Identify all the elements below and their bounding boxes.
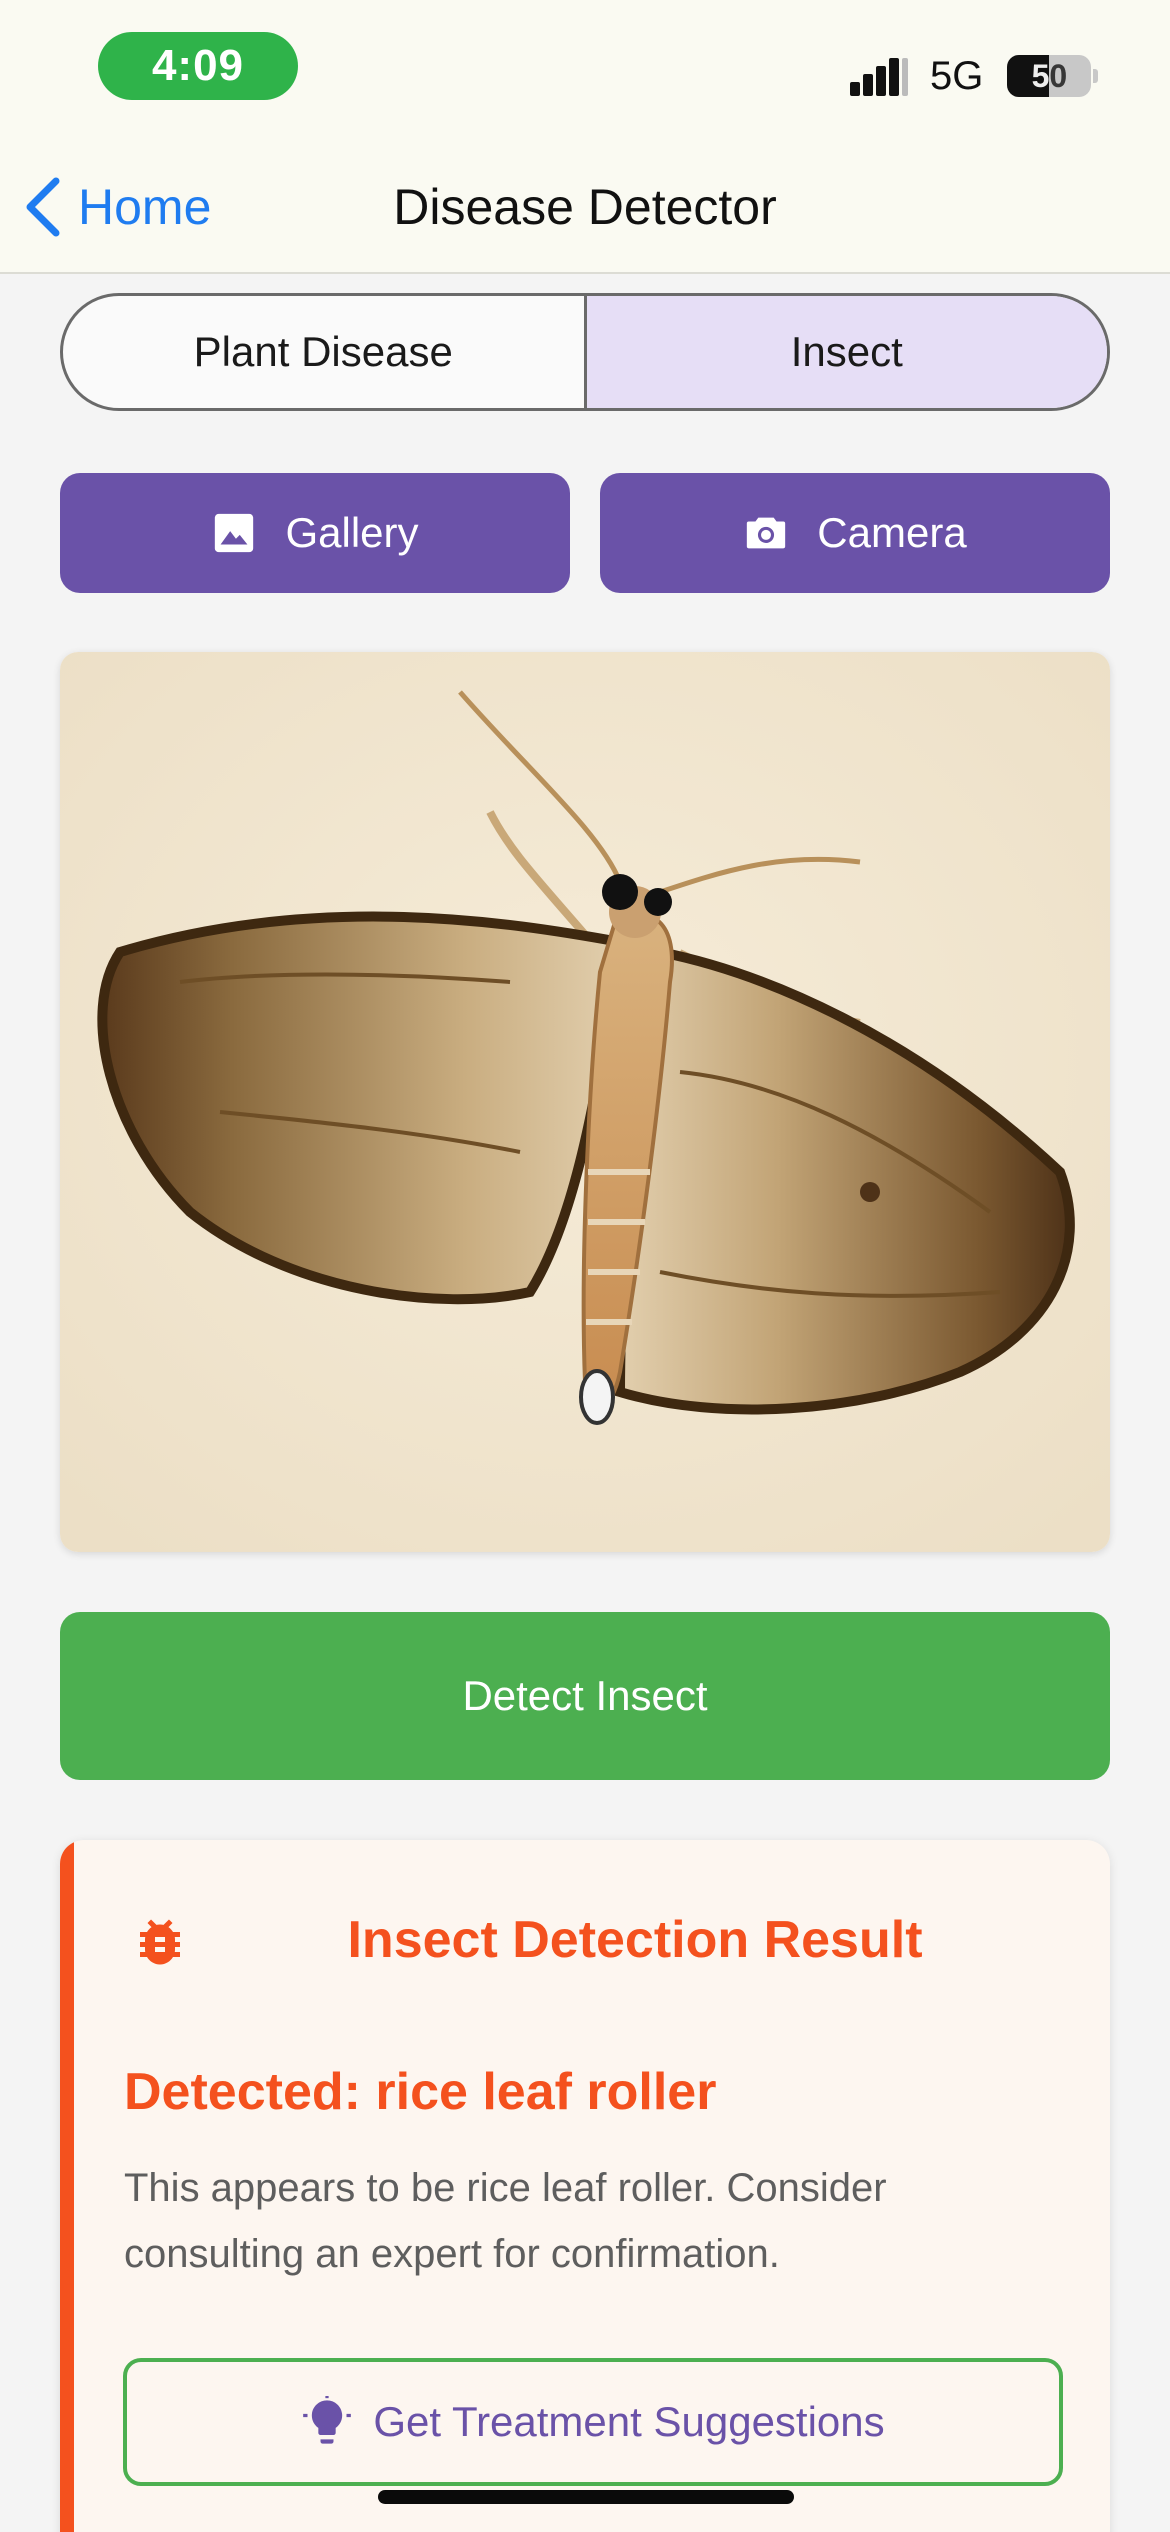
- camera-button[interactable]: Camera: [600, 473, 1110, 593]
- network-type: 5G: [930, 53, 984, 98]
- moth-photo: [60, 652, 1110, 1552]
- status-indicators: 5G 50: [850, 52, 1099, 100]
- page-title: Disease Detector: [393, 179, 777, 235]
- camera-icon: [747, 517, 786, 549]
- treatment-suggestions-button[interactable]: Get Treatment Suggestions: [123, 2358, 1063, 2486]
- image-icon: [215, 513, 254, 553]
- gallery-button[interactable]: Gallery: [60, 473, 570, 593]
- camera-label: Camera: [817, 509, 967, 556]
- result-accent-bar: [60, 1840, 74, 2532]
- signal-icon: [850, 54, 912, 98]
- treatment-label: Get Treatment Suggestions: [373, 2398, 885, 2445]
- detect-insect-button[interactable]: Detect Insect: [60, 1612, 1110, 1780]
- result-card: Insect Detection Result Detected: rice l…: [60, 1840, 1110, 2532]
- result-description: This appears to be rice leaf roller. Con…: [124, 2166, 887, 2276]
- top-bar: 4:09 5G 50 Home Disease Detector: [0, 0, 1170, 274]
- lightbulb-icon: [303, 2396, 352, 2444]
- home-indicator: [378, 2490, 794, 2504]
- gallery-label: Gallery: [285, 509, 419, 556]
- battery-percent: 50: [1031, 57, 1068, 94]
- segment-insect[interactable]: Insect: [583, 296, 1107, 408]
- detected-label: Detected: rice leaf roller: [124, 2063, 717, 2121]
- segment-plant-disease[interactable]: Plant Disease: [63, 296, 584, 408]
- bug-icon: [140, 1919, 180, 1965]
- result-title: Insect Detection Result: [347, 1911, 923, 1969]
- status-time: 4:09: [98, 32, 298, 100]
- battery-icon: 50: [1007, 55, 1092, 97]
- mode-segmented-control: Plant Disease Insect: [60, 293, 1110, 411]
- insect-photo: [60, 652, 1110, 1552]
